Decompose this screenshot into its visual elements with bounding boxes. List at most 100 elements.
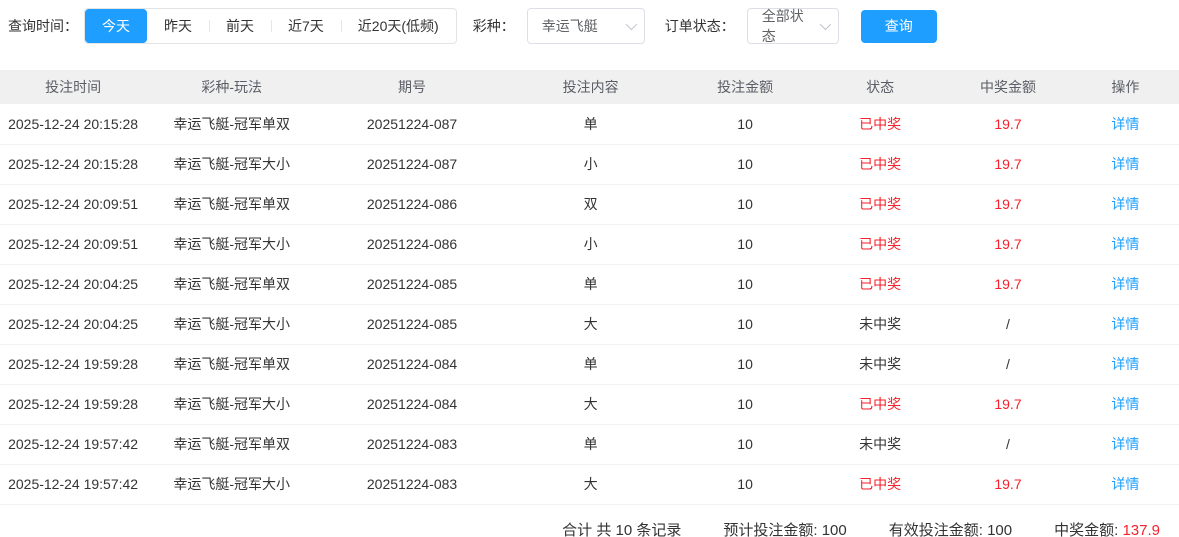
bet-amount: 10 bbox=[737, 236, 753, 252]
detail-link[interactable]: 详情 bbox=[1111, 316, 1139, 332]
game-playtype: 幸运飞艇-冠军大小 bbox=[173, 156, 290, 172]
order-status-select[interactable]: 全部状态 bbox=[746, 8, 839, 44]
column-header-1: 彩种-玩法 bbox=[201, 79, 262, 95]
action-cell: 详情 bbox=[1072, 264, 1179, 304]
lottery-type-label: 彩种： bbox=[472, 18, 515, 34]
bet-content: 小 bbox=[583, 236, 598, 252]
bet-content: 双 bbox=[583, 196, 598, 212]
time-filter-option-3[interactable]: 近7天 bbox=[271, 9, 341, 43]
prize-amount: 19.7 bbox=[994, 476, 1022, 492]
table-row: 2025-12-24 19:59:28 幸运飞艇-冠军大小 20251224-084… bbox=[0, 384, 1179, 424]
prize-amount: / bbox=[1006, 436, 1010, 452]
prize-amount: 19.7 bbox=[994, 115, 1022, 132]
summary-item-label: 预计投注金额: bbox=[723, 521, 822, 537]
game-playtype: 幸运飞艇-冠军大小 bbox=[173, 236, 290, 252]
table-row: 2025-12-24 20:15:28 幸运飞艇-冠军单双 20251224-087… bbox=[0, 104, 1179, 144]
bet-content: 大 bbox=[583, 396, 598, 412]
detail-link[interactable]: 详情 bbox=[1111, 436, 1139, 452]
table-row: 2025-12-24 20:04:25 幸运飞艇-冠军大小 20251224-085… bbox=[0, 304, 1179, 344]
lottery-type-value: 幸运飞艇 bbox=[541, 18, 598, 34]
action-cell: 详情 bbox=[1072, 144, 1179, 184]
table-row: 2025-12-24 19:57:42 幸运飞艇-冠军单双 20251224-083… bbox=[0, 424, 1179, 464]
action-cell: 详情 bbox=[1072, 104, 1179, 144]
status: 已中奖 bbox=[859, 476, 902, 492]
table-header-row: 投注时间 彩种-玩法 期号 投注内容 投注金额 状态 中奖金额 操作 bbox=[0, 70, 1179, 104]
bet-content: 大 bbox=[583, 316, 598, 332]
issue-number: 20251224-086 bbox=[366, 196, 458, 212]
time-filter-option-0[interactable]: 今天 bbox=[85, 9, 147, 43]
summary-item-1: 有效投注金额: 100 bbox=[889, 519, 1012, 537]
bet-amount: 10 bbox=[737, 436, 753, 452]
summary-bar: 合计 共 10 条记录 预计投注金额: 100 有效投注金额: 100 中奖金额: … bbox=[0, 505, 1179, 537]
prize-amount: 19.7 bbox=[994, 276, 1022, 292]
column-header-7: 操作 bbox=[1111, 79, 1140, 95]
issue-number: 20251224-085 bbox=[366, 316, 458, 332]
column-header-3: 投注内容 bbox=[562, 79, 619, 95]
column-header-2: 期号 bbox=[398, 79, 427, 95]
game-playtype: 幸运飞艇-冠军单双 bbox=[173, 276, 290, 292]
prize-amount: / bbox=[1006, 356, 1010, 372]
detail-link[interactable]: 详情 bbox=[1111, 396, 1139, 412]
action-cell: 详情 bbox=[1072, 384, 1179, 424]
total-records: 合计 共 10 条记录 bbox=[562, 521, 682, 537]
summary-item-value: 100 bbox=[821, 521, 847, 537]
detail-link[interactable]: 详情 bbox=[1111, 156, 1139, 172]
chevron-down-icon bbox=[819, 18, 831, 31]
bet-amount: 10 bbox=[737, 276, 753, 292]
bet-time: 2025-12-24 19:59:28 bbox=[8, 356, 139, 372]
detail-link[interactable]: 详情 bbox=[1111, 196, 1139, 212]
action-cell: 详情 bbox=[1072, 224, 1179, 264]
table-body: 2025-12-24 20:15:28 幸运飞艇-冠军单双 20251224-087… bbox=[0, 104, 1179, 504]
status: 已中奖 bbox=[859, 236, 902, 252]
query-button[interactable]: 查询 bbox=[860, 9, 937, 43]
query-time-label: 查询时间： bbox=[8, 18, 78, 34]
bet-time: 2025-12-24 20:09:51 bbox=[8, 196, 139, 212]
orders-table: 投注时间 彩种-玩法 期号 投注内容 投注金额 状态 中奖金额 操作 2025-12-24 2… bbox=[0, 70, 1179, 505]
action-cell: 详情 bbox=[1072, 424, 1179, 464]
game-playtype: 幸运飞艇-冠军单双 bbox=[173, 196, 290, 212]
bet-time: 2025-12-24 20:04:25 bbox=[8, 316, 139, 332]
time-filter-option-4[interactable]: 近20天(低频) bbox=[340, 9, 456, 43]
detail-link[interactable]: 详情 bbox=[1111, 236, 1139, 252]
bet-time: 2025-12-24 20:04:25 bbox=[8, 276, 139, 292]
bet-content: 单 bbox=[583, 276, 598, 292]
game-playtype: 幸运飞艇-冠军大小 bbox=[173, 316, 290, 332]
bet-amount: 10 bbox=[737, 316, 753, 332]
bet-content: 单 bbox=[583, 436, 598, 452]
column-header-5: 状态 bbox=[866, 79, 895, 95]
bet-amount: 10 bbox=[737, 396, 753, 412]
time-filter-group: 今天 昨天 前天 近7天 近20天(低频) bbox=[84, 8, 457, 44]
summary-item-0: 预计投注金额: 100 bbox=[723, 519, 846, 537]
bet-time: 2025-12-24 20:15:28 bbox=[8, 156, 139, 172]
issue-number: 20251224-084 bbox=[366, 356, 458, 372]
issue-number: 20251224-083 bbox=[366, 436, 458, 452]
bet-amount: 10 bbox=[737, 476, 753, 492]
detail-link[interactable]: 详情 bbox=[1111, 116, 1139, 132]
status: 未中奖 bbox=[859, 436, 902, 452]
status: 已中奖 bbox=[859, 156, 902, 172]
prize-amount: 19.7 bbox=[994, 156, 1022, 172]
detail-link[interactable]: 详情 bbox=[1111, 276, 1139, 292]
table-row: 2025-12-24 20:15:28 幸运飞艇-冠军大小 20251224-087… bbox=[0, 144, 1179, 184]
time-filter-option-1[interactable]: 昨天 bbox=[147, 9, 209, 43]
table-row: 2025-12-24 20:09:51 幸运飞艇-冠军大小 20251224-086… bbox=[0, 224, 1179, 264]
prize-amount: 19.7 bbox=[994, 396, 1022, 412]
bet-time: 2025-12-24 20:09:51 bbox=[8, 236, 139, 252]
table-row: 2025-12-24 19:59:28 幸运飞艇-冠军单双 20251224-084… bbox=[0, 344, 1179, 384]
time-filter-option-2[interactable]: 前天 bbox=[209, 9, 271, 43]
issue-number: 20251224-084 bbox=[366, 396, 458, 412]
column-header-0: 投注时间 bbox=[45, 79, 102, 95]
order-status-label: 订单状态： bbox=[664, 18, 735, 34]
detail-link[interactable]: 详情 bbox=[1111, 356, 1139, 372]
column-header-6: 中奖金额 bbox=[979, 79, 1036, 95]
lottery-type-select[interactable]: 幸运飞艇 bbox=[526, 8, 645, 44]
issue-number: 20251224-083 bbox=[366, 476, 458, 492]
issue-number: 20251224-087 bbox=[366, 115, 458, 132]
bet-time: 2025-12-24 19:59:28 bbox=[8, 396, 139, 412]
issue-number: 20251224-087 bbox=[366, 156, 458, 172]
status: 已中奖 bbox=[859, 115, 902, 132]
filter-toolbar: 查询时间： 今天 昨天 前天 近7天 近20天(低频) 彩种： 幸运飞艇 订单状态： 全… bbox=[0, 0, 1179, 44]
prize-amount: 19.7 bbox=[994, 196, 1022, 212]
detail-link[interactable]: 详情 bbox=[1111, 476, 1139, 492]
game-playtype: 幸运飞艇-冠军大小 bbox=[173, 396, 290, 412]
